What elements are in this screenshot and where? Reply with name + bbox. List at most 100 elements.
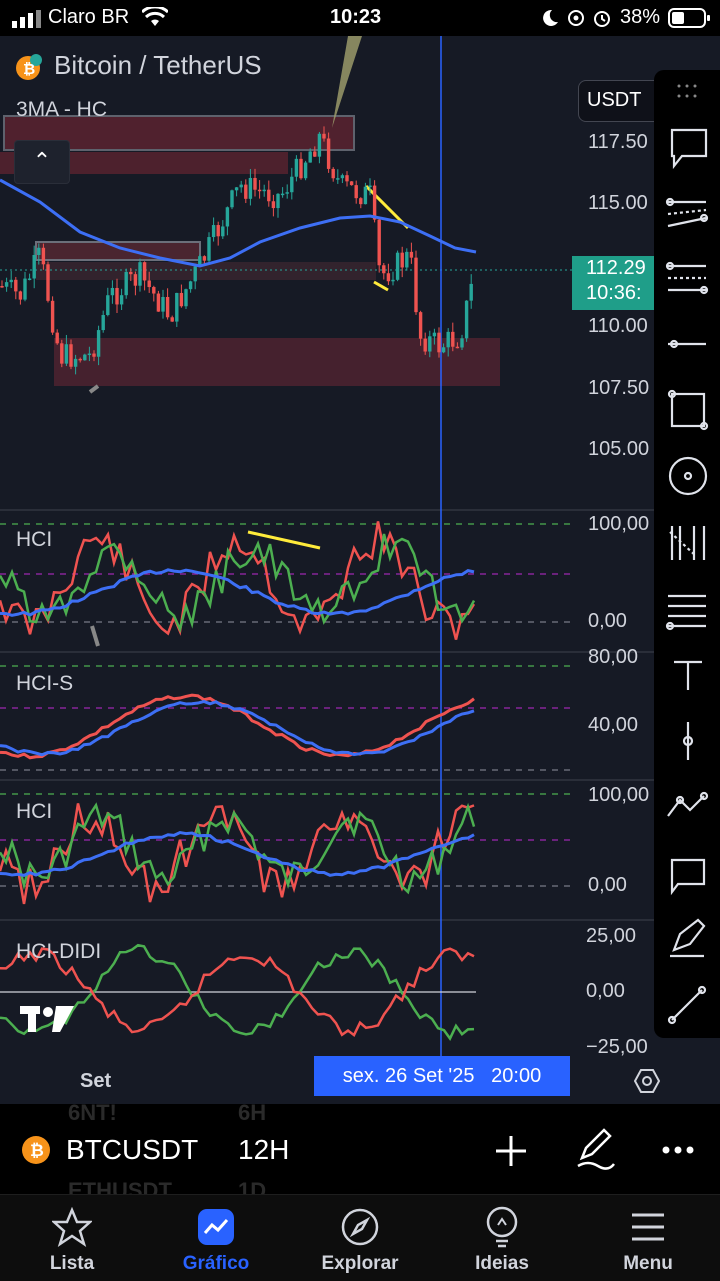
rectangle-icon[interactable] (667, 389, 709, 431)
trend-line-icon[interactable] (667, 985, 707, 1025)
currency-select-value: USDT (587, 89, 642, 111)
symbol-button[interactable]: BTCUSDT (66, 1134, 198, 1166)
price-axis-label: 110.00 (588, 315, 648, 337)
candle (276, 193, 280, 209)
pane-title-hci[interactable]: HCI (16, 528, 52, 552)
fib-retracement-icon[interactable] (665, 594, 706, 631)
candle (345, 175, 349, 182)
pane-title-hci-didi[interactable]: HCI-DIDI (16, 940, 101, 964)
candle (308, 151, 312, 163)
lightbulb-icon (486, 1206, 518, 1248)
ghost-interval: 6H (238, 1100, 267, 1125)
candle (437, 332, 441, 353)
candle (354, 185, 358, 199)
candle (156, 293, 161, 312)
candle (69, 344, 73, 367)
candle (244, 184, 248, 199)
nav-label: Menu (623, 1253, 673, 1274)
candle (138, 262, 142, 286)
candle (152, 287, 156, 294)
collapse-button[interactable]: ⌃ (14, 140, 70, 184)
nav-grafico[interactable]: Gráfico (156, 1195, 276, 1281)
symbol-title[interactable]: Bitcoin / TetherUS (54, 50, 262, 81)
candle (50, 300, 55, 333)
candle (432, 332, 437, 337)
candle (0, 286, 4, 288)
drag-handle-icon[interactable] (677, 84, 697, 98)
candle (225, 207, 230, 227)
fib-channel-icon[interactable] (665, 261, 709, 295)
tradingview-logo (20, 1006, 74, 1032)
candle (299, 158, 303, 179)
parallel-channel-icon[interactable] (665, 197, 709, 228)
bitcoin-icon: ₿ (22, 1136, 50, 1164)
nav-label: Explorar (321, 1253, 399, 1274)
candle (382, 265, 386, 274)
candle (423, 338, 427, 352)
symbol-bar: 6NT! 6H ₿ BTCUSDT 12H ETHUSDT 1D (0, 1100, 720, 1203)
candle (4, 282, 9, 287)
price-chart[interactable]: 117.50 115.00 110.00 107.50 105.00 100,0… (0, 36, 720, 1104)
candle (27, 278, 32, 280)
pane-axis-label: −25,00 (586, 1036, 648, 1058)
candle (142, 262, 147, 281)
horizontal-line-icon[interactable] (668, 339, 706, 349)
ghost-symbol: 6NT! (68, 1100, 117, 1125)
candle (73, 358, 78, 367)
nav-ideias[interactable]: Ideias (442, 1195, 562, 1281)
candle (326, 138, 331, 169)
chart-icon (198, 1209, 234, 1245)
candle (391, 279, 395, 282)
candle (147, 280, 151, 288)
plus-icon[interactable] (494, 1134, 528, 1168)
brush-icon[interactable] (670, 918, 706, 958)
trendline[interactable] (373, 280, 389, 292)
candle (207, 237, 211, 261)
candle (161, 296, 165, 312)
draw-pen-icon[interactable] (576, 1128, 616, 1170)
candle (409, 251, 414, 258)
candle (257, 189, 262, 192)
nav-explorar[interactable]: Explorar (300, 1195, 420, 1281)
candle (9, 279, 13, 283)
indicator-label[interactable]: 3MA - HC (16, 98, 107, 122)
candle (418, 312, 423, 339)
pitchfork-icon[interactable] (669, 526, 706, 560)
interval-button[interactable]: 12H (238, 1134, 289, 1166)
comment-icon[interactable] (670, 858, 706, 896)
price-axis-label: 105.00 (588, 438, 649, 460)
menu-icon (632, 1213, 664, 1241)
pane-title-hci-s[interactable]: HCI-S (16, 672, 73, 696)
pane-title-hci[interactable]: HCI (16, 800, 52, 824)
clock: 10:23 (330, 6, 382, 28)
text-icon[interactable] (674, 660, 702, 690)
pane-axis-label: 0,00 (588, 610, 627, 632)
signal-icon (12, 10, 41, 28)
more-icon[interactable] (660, 1144, 696, 1156)
support-zone[interactable] (54, 338, 500, 386)
candle (428, 336, 432, 352)
candle (377, 219, 381, 266)
drawing-triangle[interactable] (332, 36, 362, 128)
chart-area[interactable]: 117.50 115.00 110.00 107.50 105.00 100,0… (0, 36, 720, 1104)
candle (23, 278, 27, 300)
candle (115, 287, 119, 305)
trendline[interactable] (88, 384, 100, 394)
path-icon[interactable] (667, 791, 709, 817)
candle (170, 317, 174, 322)
ellipse-icon[interactable] (668, 456, 708, 496)
candle (106, 295, 110, 316)
crosshair-time: 20:00 (491, 1065, 542, 1087)
pane-axis-label: 80,00 (588, 646, 638, 668)
settings-icon[interactable] (634, 1068, 660, 1094)
vertical-line-icon[interactable] (682, 722, 694, 760)
candle (368, 185, 372, 188)
resistance-zone[interactable] (35, 241, 201, 261)
candle (349, 181, 354, 186)
callout-icon[interactable] (670, 128, 708, 170)
candle (211, 225, 216, 238)
nav-menu[interactable]: Menu (588, 1195, 708, 1281)
nav-lista[interactable]: Lista (12, 1195, 132, 1281)
candle (290, 176, 294, 193)
candle (386, 273, 391, 282)
